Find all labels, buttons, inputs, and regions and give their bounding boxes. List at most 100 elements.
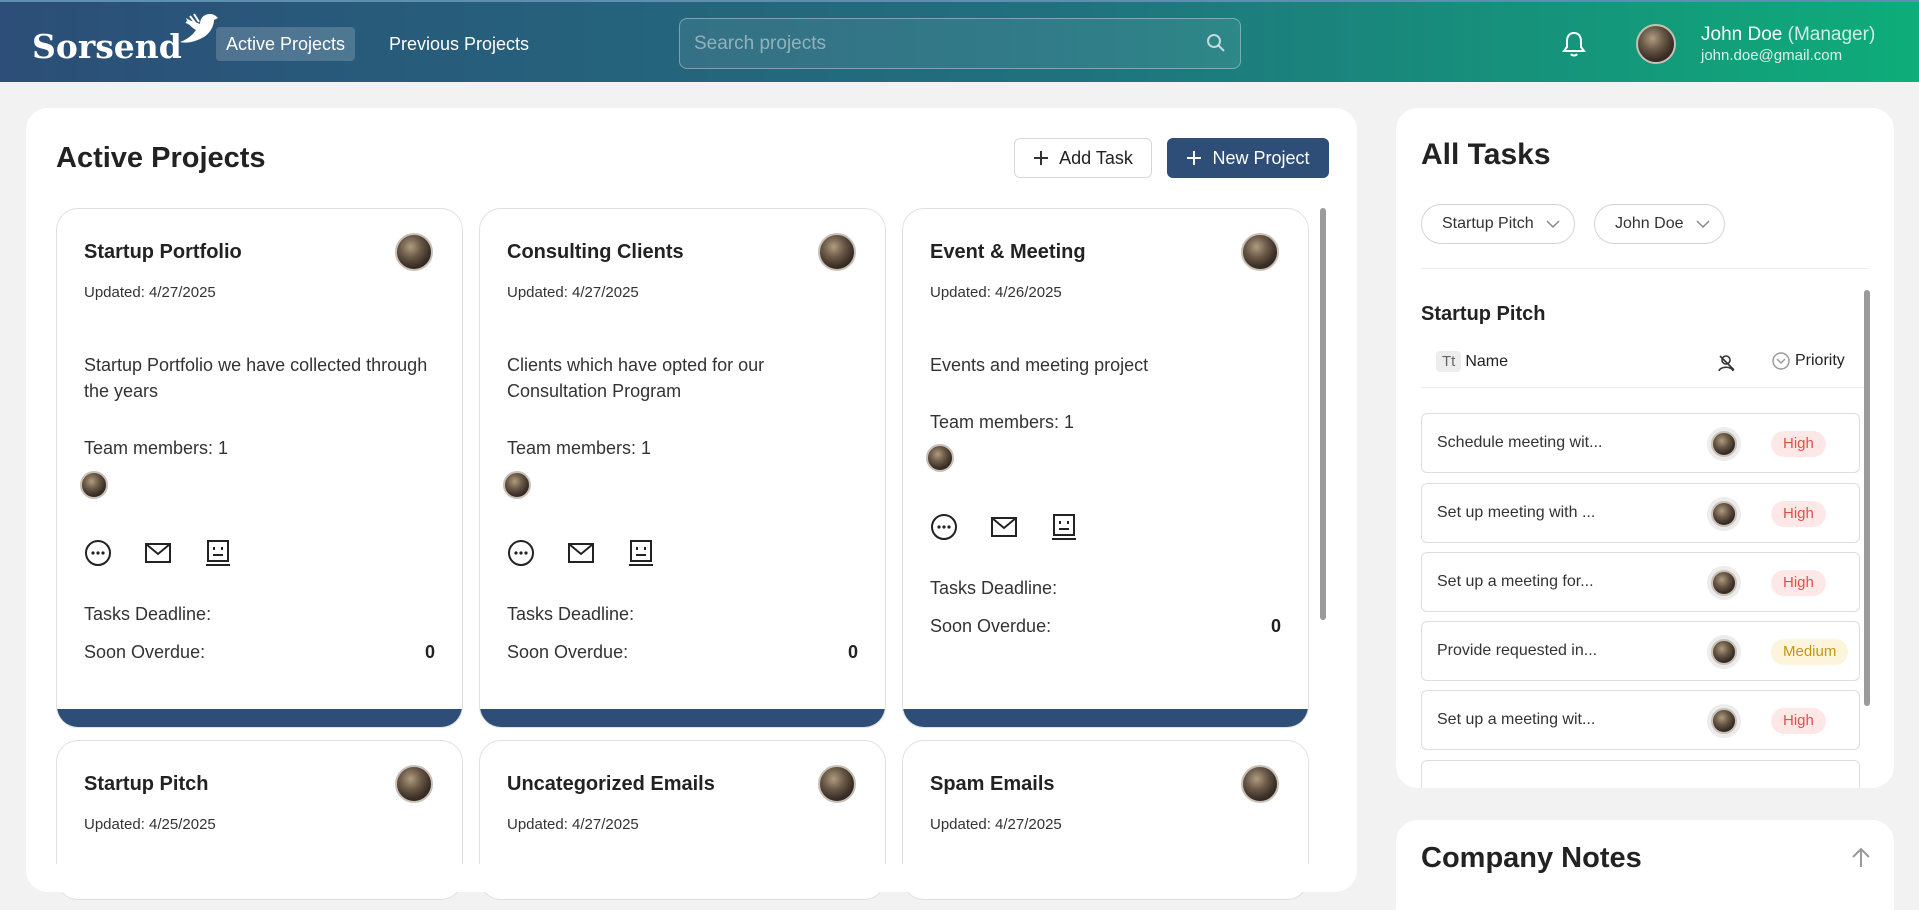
task-row[interactable]: Schedule meeting wit... High [1421, 413, 1860, 473]
owner-avatar [818, 233, 856, 271]
board-icon[interactable] [627, 539, 655, 567]
assignee-avatar[interactable] [1707, 427, 1741, 461]
priority-badge[interactable]: High [1771, 431, 1826, 457]
project-title: Startup Portfolio [84, 241, 242, 263]
logo[interactable]: Sorsend [32, 12, 220, 66]
board-icon[interactable] [204, 539, 232, 567]
priority-chevron-icon [1772, 352, 1790, 370]
task-name: Provide requested in... [1437, 642, 1598, 659]
priority-badge[interactable]: Medium [1771, 639, 1849, 665]
chat-icon[interactable] [930, 513, 958, 541]
task-row[interactable] [1421, 760, 1860, 788]
soon-overdue-row: Soon Overdue: 0 [507, 642, 858, 663]
soon-overdue-count: 0 [1270, 616, 1281, 636]
divider [1421, 268, 1869, 269]
projects-scrollbar[interactable] [1320, 208, 1326, 620]
chat-icon[interactable] [507, 539, 535, 567]
project-filter-dropdown[interactable]: Startup Pitch [1421, 204, 1575, 244]
soon-overdue-count: 0 [847, 642, 858, 662]
card-actions [507, 539, 655, 567]
card-footer-bar [57, 709, 462, 727]
assignee-column-icon[interactable] [1717, 353, 1737, 373]
assignee-avatar[interactable] [1707, 566, 1741, 600]
logo-text: Sorsend [32, 27, 182, 66]
project-card[interactable]: Event & Meeting Updated: 4/26/2025 Event… [902, 208, 1309, 728]
project-title: Consulting Clients [507, 241, 684, 263]
chevron-down-icon [1546, 220, 1560, 229]
priority-badge[interactable]: High [1771, 708, 1826, 734]
tasks-deadline-label: Tasks Deadline: [84, 604, 212, 624]
user-filter-dropdown[interactable]: John Doe [1594, 204, 1725, 244]
arrow-up-icon[interactable] [1850, 847, 1872, 869]
user-name-line[interactable]: John Doe (Manager) [1701, 24, 1875, 46]
soon-overdue-row: Soon Overdue: 0 [930, 616, 1281, 637]
assignee-avatar[interactable] [1707, 497, 1741, 531]
add-task-label: Add Task [1059, 147, 1133, 168]
add-task-button[interactable]: Add Task [1014, 138, 1152, 178]
all-tasks-title: All Tasks [1421, 138, 1551, 171]
user-name: John Doe [1701, 24, 1783, 45]
task-row[interactable]: Set up meeting with ... High [1421, 483, 1860, 543]
priority-badge[interactable]: High [1771, 570, 1826, 596]
project-updated: Updated: 4/25/2025 [84, 816, 216, 833]
company-notes-title: Company Notes [1421, 842, 1642, 874]
search-box [679, 18, 1241, 69]
new-project-button[interactable]: New Project [1167, 138, 1329, 178]
mail-icon[interactable] [990, 513, 1018, 541]
team-members: Team members: 1 [930, 412, 1075, 432]
assignee-avatar[interactable] [1707, 704, 1741, 738]
search-icon[interactable] [1206, 33, 1226, 53]
member-avatar[interactable] [80, 471, 108, 499]
owner-avatar [1241, 765, 1279, 803]
project-filter-value: Startup Pitch [1442, 215, 1534, 232]
name-column-header[interactable]: Tt Name [1436, 351, 1508, 372]
project-description: Events and meeting project [930, 355, 1149, 375]
tasks-scrollbar[interactable] [1864, 290, 1870, 706]
mail-icon[interactable] [567, 539, 595, 567]
user-email: john.doe@gmail.com [1701, 47, 1843, 64]
mail-icon[interactable] [144, 539, 172, 567]
card-actions [84, 539, 232, 567]
task-group-title: Startup Pitch [1421, 303, 1546, 325]
project-updated: Updated: 4/27/2025 [84, 284, 216, 301]
member-avatar[interactable] [503, 471, 531, 499]
project-title: Startup Pitch [84, 773, 209, 795]
member-avatar[interactable] [926, 444, 954, 472]
soon-overdue-label: Soon Overdue: [930, 616, 1052, 636]
project-title: Event & Meeting [930, 241, 1086, 263]
project-updated: Updated: 4/27/2025 [507, 284, 639, 301]
search-input[interactable] [694, 19, 1174, 68]
bell-icon[interactable] [1561, 30, 1587, 58]
board-icon[interactable] [1050, 513, 1078, 541]
assignee-avatar[interactable] [1707, 635, 1741, 669]
soon-overdue-label: Soon Overdue: [84, 642, 206, 662]
nav-previous-projects[interactable]: Previous Projects [379, 27, 539, 61]
plus-icon [1034, 151, 1049, 165]
active-projects-panel: Active Projects Add Task New Project Sta… [26, 108, 1357, 900]
task-name: Schedule meeting wit... [1437, 434, 1603, 451]
user-avatar[interactable] [1636, 24, 1676, 64]
priority-badge[interactable]: High [1771, 501, 1826, 527]
card-actions [930, 513, 1078, 541]
owner-avatar [395, 233, 433, 271]
project-description: Clients which have opted for our Consult… [507, 355, 765, 401]
task-row[interactable]: Provide requested in... Medium [1421, 621, 1860, 681]
card-footer-bar [480, 709, 885, 727]
nav-active-projects[interactable]: Active Projects [216, 27, 356, 61]
chat-icon[interactable] [84, 539, 112, 567]
soon-overdue-label: Soon Overdue: [507, 642, 629, 662]
project-card[interactable]: Consulting Clients Updated: 4/27/2025 Cl… [479, 208, 886, 728]
team-members: Team members: 1 [84, 438, 229, 458]
project-title: Spam Emails [930, 773, 1055, 795]
chevron-down-icon [1695, 220, 1710, 229]
project-updated: Updated: 4/27/2025 [507, 816, 639, 833]
priority-column-label: Priority [1795, 352, 1845, 369]
page-title: Active Projects [56, 142, 266, 174]
project-card[interactable]: Startup Portfolio Updated: 4/27/2025 Sta… [56, 208, 463, 728]
card-footer-bar [903, 709, 1308, 727]
task-row[interactable]: Set up a meeting for... High [1421, 552, 1860, 612]
project-updated: Updated: 4/26/2025 [930, 284, 1062, 301]
task-row[interactable]: Set up a meeting wit... High [1421, 690, 1860, 750]
priority-column-header[interactable]: Priority [1771, 351, 1845, 371]
top-navbar: Sorsend Active Projects Previous Project… [0, 0, 1919, 82]
